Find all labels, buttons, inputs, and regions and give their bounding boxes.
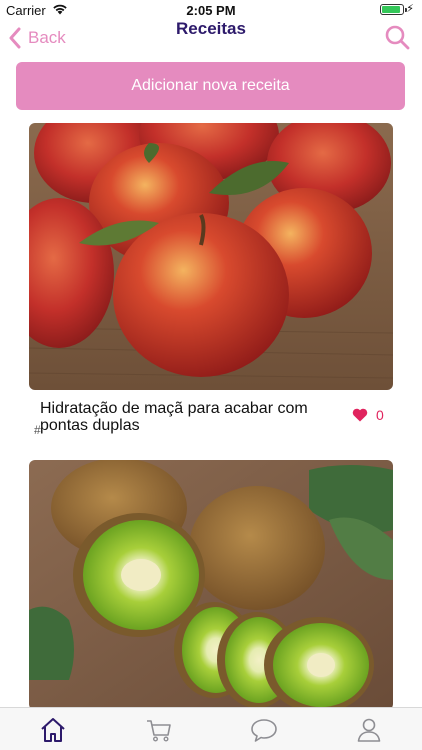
chevron-left-icon — [9, 27, 21, 49]
tab-profile[interactable] — [355, 716, 383, 744]
back-button[interactable]: Back — [8, 24, 66, 52]
back-label: Back — [28, 28, 66, 47]
add-recipe-button[interactable]: Adicionar nova receita — [16, 62, 405, 110]
recipe-title[interactable]: Hidratação de maçã para acabar com ponta… — [40, 400, 330, 434]
tab-home[interactable] — [39, 716, 67, 744]
tab-chat[interactable] — [250, 716, 278, 744]
heart-icon — [352, 408, 368, 422]
tab-cart[interactable] — [145, 716, 173, 744]
navigation-bar: Receitas Back — [0, 20, 422, 56]
search-icon[interactable] — [384, 24, 410, 50]
status-time: 2:05 PM — [186, 3, 236, 18]
recipe-image-apples[interactable] — [29, 123, 393, 390]
tab-bar — [0, 707, 422, 750]
battery-icon — [380, 4, 407, 15]
kiwi-photo — [29, 460, 393, 710]
charging-bolt-icon: ⚡︎ — [406, 3, 414, 15]
status-bar: Carrier 2:05 PM ⚡︎ — [0, 0, 422, 20]
like-count: 0 — [376, 407, 384, 423]
chat-icon — [251, 719, 277, 742]
hashtag-icon: # — [34, 423, 41, 437]
home-icon — [41, 718, 65, 742]
add-recipe-label: Adicionar nova receita — [131, 77, 290, 94]
profile-icon — [357, 718, 381, 742]
like-button[interactable]: 0 — [352, 407, 384, 423]
apples-photo — [29, 123, 393, 390]
cart-icon — [147, 720, 171, 742]
recipe-image-kiwis[interactable] — [29, 460, 393, 710]
